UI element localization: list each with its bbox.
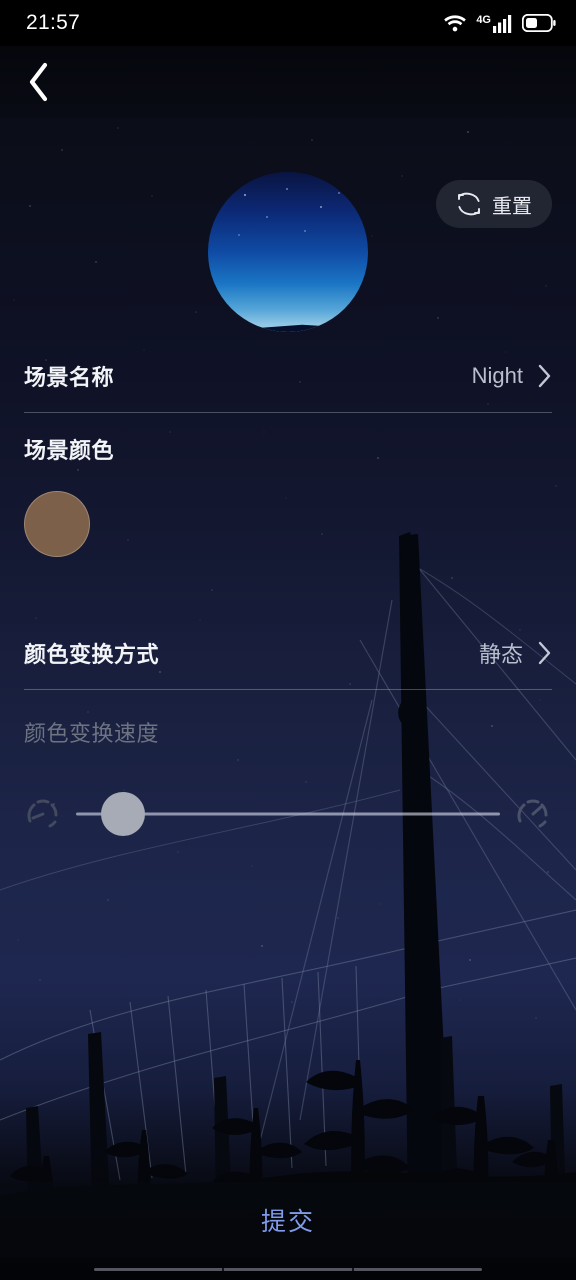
status-bar-icons: 4G [443, 14, 556, 33]
chevron-right-icon [538, 364, 551, 388]
wifi-icon [444, 14, 467, 31]
row-scene-name[interactable]: 场景名称 Night [24, 340, 552, 412]
color-mode-label: 颜色变换方式 [24, 642, 160, 667]
network-type-label: 4G [476, 13, 491, 26]
color-speed-slider-row [24, 790, 552, 838]
preview-star [304, 230, 306, 232]
reset-button[interactable]: 重置 [436, 180, 552, 228]
app-bar [0, 46, 576, 118]
row-color-mode[interactable]: 颜色变换方式 静态 [24, 617, 552, 689]
color-speed-label: 颜色变换速度 [24, 721, 160, 746]
reset-icon [458, 192, 480, 216]
nav-bar-segment-back[interactable] [94, 1267, 222, 1271]
speed-fast-gauge-icon [517, 799, 548, 828]
row-color-speed: 颜色变换速度 [24, 690, 552, 838]
phone-screen: 21:57 4G 重置 场景名称 Night 场景颜色 颜色变换方式 静态 颜色… [0, 0, 576, 1280]
color-mode-value: 静态 [478, 642, 523, 667]
submit-button[interactable]: 提交 [0, 1182, 576, 1258]
preview-star [286, 188, 288, 190]
speed-slow-gauge-icon [27, 799, 58, 828]
system-nav-bar[interactable] [0, 1258, 576, 1280]
chevron-left-icon [29, 62, 48, 102]
preview-star [244, 194, 246, 196]
color-mode-value-group: 静态 [479, 637, 552, 669]
nav-bar-segment-recents[interactable] [354, 1267, 482, 1271]
back-button[interactable] [8, 51, 70, 113]
color-speed-slider[interactable] [76, 790, 500, 838]
status-bar: 21:57 4G [0, 0, 576, 46]
scene-name-label: 场景名称 [24, 365, 115, 390]
signal-bars-icon [493, 14, 512, 33]
scene-name-value: Night [471, 363, 523, 388]
scene-color-label: 场景颜色 [24, 438, 115, 463]
chevron-right-icon [538, 641, 551, 665]
scene-name-value-group: Night [472, 363, 552, 389]
scene-preview-circle[interactable] [208, 172, 368, 332]
settings-content: 场景名称 Night 场景颜色 颜色变换方式 静态 颜色变换速度 [0, 340, 576, 838]
battery-icon [522, 14, 556, 32]
submit-button-label: 提交 [260, 1208, 315, 1236]
scene-color-swatch[interactable] [24, 491, 90, 557]
preview-star [266, 216, 268, 218]
slider-thumb[interactable] [101, 792, 146, 836]
preview-star [320, 206, 322, 208]
battery-group [522, 14, 556, 32]
row-scene-color: 场景颜色 [24, 413, 552, 557]
reset-button-label: 重置 [492, 195, 532, 218]
status-bar-clock: 21:57 [26, 11, 81, 34]
preview-star [238, 234, 240, 236]
signal-group: 4G [476, 14, 513, 33]
preview-star [338, 192, 340, 194]
nav-bar-segment-home[interactable] [224, 1267, 352, 1271]
